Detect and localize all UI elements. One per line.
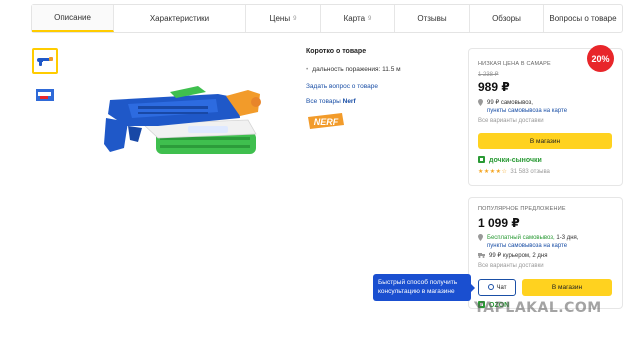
chat-button[interactable]: Чат (478, 279, 516, 296)
reviews-count: 31 583 отзыва (510, 168, 550, 175)
rating-stars-icon: ★★★★☆ (478, 169, 508, 175)
delivery-variants-link[interactable]: Все варианты доставки (478, 263, 544, 269)
tab-label: Вопросы о товаре (549, 14, 617, 23)
truck-icon (478, 252, 485, 261)
tab-reviews[interactable]: Отзывы (395, 5, 470, 32)
chat-icon (487, 283, 494, 292)
all-brand-products-link[interactable]: Все товары Nerf (306, 98, 456, 105)
delivery-variants-link[interactable]: Все варианты доставки (478, 118, 544, 124)
watermark: YAPLAKAL.COM (474, 300, 602, 316)
product-tabs: Описание Характеристики Цены 9 Карта 9 Отз… (31, 4, 623, 33)
spec-item: • дальность поражения: 11.5 м (306, 66, 456, 73)
pin-icon (478, 234, 483, 244)
tab-specs[interactable]: Характеристики (114, 5, 246, 32)
chat-label: Чат (496, 284, 507, 291)
to-store-button[interactable]: В магазин (478, 133, 612, 149)
shop-rating[interactable]: ★★★★☆ 31 583 отзыва (478, 168, 550, 176)
tab-prices[interactable]: Цены 9 (246, 5, 321, 32)
offer-price: 989 ₽ (478, 80, 510, 94)
pickup-info: Бесплатный самовывоз, 1-3 дня, пункты сам… (478, 234, 618, 250)
product-image[interactable] (98, 82, 268, 167)
tab-label: Цены (269, 14, 291, 23)
thumbnail-2[interactable] (32, 82, 58, 108)
to-store-button[interactable]: В магазин (522, 279, 612, 296)
nerf-logo-text: NERF (314, 117, 339, 127)
tab-label: Отзывы (417, 14, 447, 23)
shop-logo-icon (478, 156, 485, 165)
tab-questions[interactable]: Вопросы о товаре (544, 5, 622, 32)
short-info-title: Коротко о товаре (306, 48, 367, 55)
spec-text: дальность поражения: 11.5 м (312, 66, 401, 73)
tab-label: Карта (343, 14, 366, 23)
tab-description[interactable]: Описание (32, 5, 114, 32)
shop-name-link[interactable]: дочки-сыночки (478, 156, 542, 165)
tab-map[interactable]: Карта 9 (321, 5, 395, 32)
courier-info: 99 ₽ курьером, 2 дня (478, 252, 618, 261)
thumbnail-1[interactable] (32, 48, 58, 74)
package-thumb-icon (36, 89, 54, 101)
offer-label: ПОПУЛЯРНОЕ ПРЕДЛОЖЕНИЕ (478, 206, 566, 212)
offer-price: 1 099 ₽ (478, 216, 520, 230)
bullet-icon: • (306, 66, 309, 73)
pickup-points-link[interactable]: пункты самовывоза на карте (487, 243, 567, 249)
tab-count: 9 (368, 15, 372, 22)
chat-tooltip: Быстрый способ получить консультацию в м… (373, 274, 475, 301)
old-price: 1 238 ₽ (478, 72, 499, 78)
delivery-info: 99 ₽ самовывоз, пункты самовывоза на карт… (478, 99, 618, 115)
free-pickup-text: Бесплатный самовывоз, (487, 235, 555, 241)
nerf-logo[interactable]: NERF (306, 112, 346, 130)
brand-name: Nerf (342, 98, 356, 105)
ask-question-link[interactable]: Задать вопрос о товаре (306, 83, 456, 90)
pin-icon (478, 99, 483, 109)
tab-label: Описание (54, 13, 91, 22)
tab-label: Обзоры (492, 14, 521, 23)
delivery-text: 99 ₽ самовывоз, (487, 100, 533, 106)
offer-card-popular: ПОПУЛЯРНОЕ ПРЕДЛОЖЕНИЕ 1 099 ₽ Бесплатны… (468, 197, 623, 309)
tab-label: Характеристики (149, 14, 210, 23)
pickup-points-link[interactable]: пункты самовывоза на карте (487, 108, 567, 114)
tab-count: 9 (293, 15, 297, 22)
pickup-days: 1-3 дня, (556, 235, 579, 241)
courier-text: 99 ₽ курьером, 2 дня (489, 253, 548, 259)
shop-name: дочки-сыночки (489, 157, 542, 164)
discount-badge: 20% (587, 45, 614, 72)
offer-label: НИЗКАЯ ЦЕНА В САМАРЕ (478, 61, 551, 67)
short-info: Коротко о товаре • дальность поражения: 1… (306, 48, 456, 105)
all-prefix: Все товары (306, 98, 341, 105)
tab-overviews[interactable]: Обзоры (470, 5, 544, 32)
water-blaster-thumb-icon (37, 57, 53, 66)
